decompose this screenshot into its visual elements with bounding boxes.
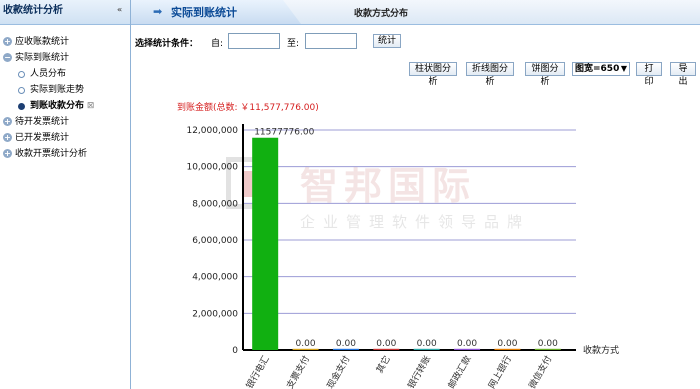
expand-icon: + [3, 149, 12, 158]
bullet-icon [18, 71, 25, 78]
filter-label: 选择统计条件： [135, 39, 199, 49]
x-axis-label: 收款方式 [583, 344, 619, 356]
sidebar-item-label: 实际到账走势 [30, 85, 85, 95]
y-tick-label: 10,000,000 [186, 163, 238, 173]
x-tick-label: 邮政汇款 [445, 354, 473, 389]
sidebar-item[interactable]: − 实际到账统计 [0, 50, 130, 66]
data-label: 11577776.00 [254, 128, 314, 138]
sidebar-item[interactable]: + 应收账款统计 [0, 34, 130, 50]
bullet-icon [18, 103, 25, 110]
bar [373, 348, 400, 350]
active-marker-icon: ⊠ [84, 101, 95, 111]
x-tick-label: 网上银行 [486, 354, 514, 389]
data-label: 0.00 [538, 339, 558, 349]
data-label: 0.00 [336, 339, 356, 349]
sidebar-item[interactable]: 到账收款分布 ⊠ [0, 98, 130, 114]
bar [292, 348, 319, 350]
x-tick-label: 微信支付 [526, 354, 554, 389]
sidebar-title: 收款统计分析 [3, 5, 63, 16]
x-tick-label: 现金支付 [324, 354, 352, 389]
from-label: 自: [211, 39, 224, 49]
arrow-right-icon: ➡ [153, 5, 163, 18]
sidebar-header: 收款统计分析 « [0, 0, 130, 25]
collapse-icon: − [3, 53, 12, 62]
tab-label: 实际到账统计 [171, 6, 237, 19]
page-subtitle: 收款方式分布 [354, 9, 409, 19]
chart-width-select[interactable]: 图宽=650 ▼ [572, 62, 630, 76]
bar [534, 348, 561, 350]
print-button[interactable]: 打印 [636, 62, 662, 87]
bar-chart-button[interactable]: 柱状图分析 [409, 62, 457, 87]
tab-actual-receipts[interactable]: ➡ 实际到账统计 [131, 0, 301, 24]
sidebar-item-label: 到账收款分布 [30, 101, 85, 111]
chart-width-value: 图宽=650 [575, 64, 620, 74]
bar [454, 348, 481, 350]
expand-icon: + [3, 133, 12, 142]
sidebar-item[interactable]: 人员分布 [0, 66, 130, 82]
sidebar-item-label: 应收账款统计 [15, 37, 70, 47]
from-date-input[interactable] [228, 33, 280, 49]
x-tick-label: 银行电汇 [243, 354, 271, 389]
sidebar-item-label: 收款开票统计分析 [15, 149, 88, 159]
y-tick-label: 0 [232, 346, 238, 356]
filter-bar: 选择统计条件： 自: 至: 统计 [131, 31, 700, 53]
bar [252, 137, 279, 350]
chevron-down-icon: ▼ [620, 64, 627, 73]
sidebar-item-label: 实际到账统计 [15, 53, 70, 63]
data-label: 0.00 [497, 339, 517, 349]
sidebar-item[interactable]: + 待开发票统计 [0, 114, 130, 130]
bar [494, 348, 521, 350]
to-label: 至: [287, 39, 300, 49]
sidebar-item[interactable]: + 已开发票统计 [0, 130, 130, 146]
bar [332, 348, 359, 350]
sidebar-item-label: 已开发票统计 [15, 133, 70, 143]
y-tick-label: 2,000,000 [192, 309, 238, 319]
sidebar-item-label: 待开发票统计 [15, 117, 70, 127]
bar [413, 348, 440, 350]
data-label: 0.00 [376, 339, 396, 349]
sidebar-tree: + 应收账款统计 − 实际到账统计 人员分布 实际到账走势 到账收款分布 ⊠ + 待开发票统计 +… [0, 25, 130, 162]
y-tick-label: 8,000,000 [192, 199, 238, 209]
sidebar-item[interactable]: 实际到账走势 [0, 82, 130, 98]
sidebar-item[interactable]: + 收款开票统计分析 [0, 146, 130, 162]
data-label: 0.00 [417, 339, 437, 349]
line-chart-button[interactable]: 折线图分析 [466, 62, 514, 87]
bullet-icon [18, 87, 25, 94]
y-tick-label: 4,000,000 [192, 273, 238, 283]
data-label: 0.00 [296, 339, 316, 349]
sidebar: 收款统计分析 « + 应收账款统计 − 实际到账统计 人员分布 实际到账走势 到账收款分布 … [0, 0, 131, 389]
bar-chart: 0 2,000,000 4,000,000 6,000,000 8,000,000 10,… [186, 124, 619, 389]
data-label: 0.00 [457, 339, 477, 349]
expand-icon: + [3, 37, 12, 46]
to-date-input[interactable] [305, 33, 357, 49]
y-tick-label: 6,000,000 [192, 236, 238, 246]
x-tick-label: 其它 [374, 354, 393, 376]
sidebar-item-label: 人员分布 [30, 69, 67, 79]
chevron-left-icon[interactable]: « [117, 5, 127, 15]
x-tick-label: 银行转账 [405, 354, 433, 389]
stat-button[interactable]: 统计 [373, 34, 402, 48]
x-tick-label: 支票支付 [284, 354, 312, 389]
pie-chart-button[interactable]: 饼图分析 [525, 62, 565, 87]
y-tick-label: 12,000,000 [186, 126, 238, 136]
top-tab-bar: ➡ 实际到账统计 收款方式分布 [131, 0, 700, 25]
expand-icon: + [3, 117, 12, 126]
export-button[interactable]: 导出 [670, 62, 696, 87]
